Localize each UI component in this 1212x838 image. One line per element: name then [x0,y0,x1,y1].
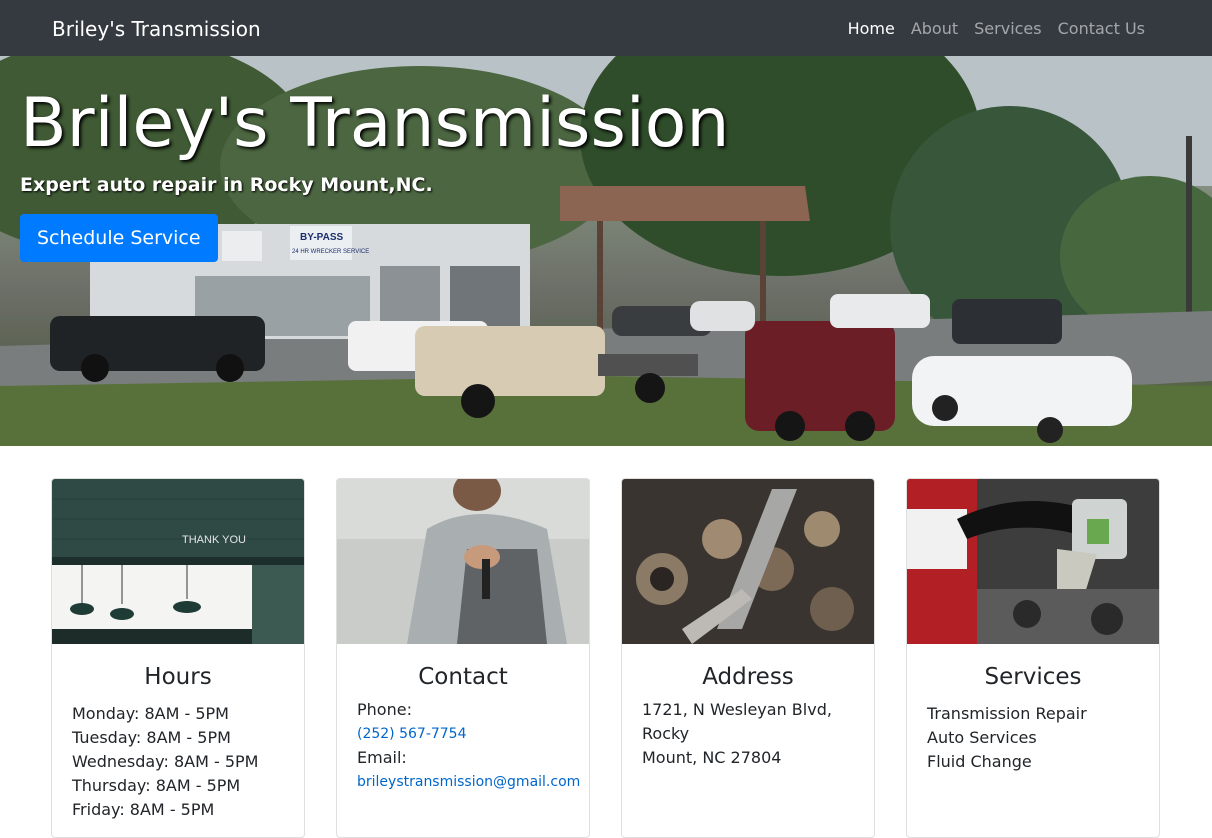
contact-title: Contact [418,664,508,690]
services-list: Transmission Repair Auto Services Fluid … [907,702,1159,774]
phone-link[interactable]: (252) 567-7754 [357,722,569,746]
hero-jumbotron: BY-PASS 24 HR WRECKER SERVICE Briley's T… [0,56,1212,446]
service-item-auto-services: Auto Services [927,728,1037,747]
contact-details: Phone: (252) 567-7754 Email: brileystran… [337,698,589,794]
hours-thursday: Thursday: 8AM - 5PM [72,776,241,795]
nav-link-about[interactable]: About [903,19,966,38]
hours-list: Monday: 8AM - 5PM Tuesday: 8AM - 5PM Wed… [52,702,304,822]
card-services: Services Transmission Repair Auto Servic… [906,478,1160,838]
address-details: 1721, N Wesleyan Blvd, Rocky Mount, NC 2… [622,698,874,770]
card-contact: Contact Phone: (252) 567-7754 Email: bri… [336,478,590,838]
address-title: Address [702,664,794,690]
navbar: Briley's Transmission Home About Service… [0,0,1212,56]
card-address: Address 1721, N Wesleyan Blvd, Rocky Mou… [621,478,875,838]
service-item-transmission-repair: Transmission Repair [927,704,1087,723]
hero-sign-bypass: BY-PASS [300,232,343,243]
email-link[interactable]: brileystransmission@gmail.com [357,770,580,794]
hours-tuesday: Tuesday: 8AM - 5PM [72,728,231,747]
contact-card-image [337,479,589,644]
phone-label: Phone: [357,700,412,719]
address-card-image [622,479,874,644]
nav-links: Home About Services Contact Us [840,0,1153,56]
hours-friday: Friday: 8AM - 5PM [72,800,215,819]
card-hours: THANK YOU Hours Monday: 8AM - 5PM Tuesda… [51,478,305,838]
nav-link-services[interactable]: Services [966,19,1049,38]
navbar-brand[interactable]: Briley's Transmission [52,0,261,58]
services-card-image [907,479,1159,644]
services-title: Services [984,664,1082,690]
hours-card-image: THANK YOU [52,479,304,644]
thank-you-sign-text: THANK YOU [182,534,246,546]
hours-wednesday: Wednesday: 8AM - 5PM [72,752,259,771]
hours-title: Hours [144,664,212,690]
address-line-2: Mount, NC 27804 [642,748,782,767]
hours-monday: Monday: 8AM - 5PM [72,704,229,723]
email-label: Email: [357,748,407,767]
service-item-fluid-change: Fluid Change [927,752,1032,771]
hero-title: Briley's Transmission [20,84,730,163]
nav-link-home[interactable]: Home [840,19,903,38]
hero-subtitle: Expert auto repair in Rocky Mount,NC. [20,174,433,196]
nav-link-contact-us[interactable]: Contact Us [1050,19,1153,38]
address-line-1: 1721, N Wesleyan Blvd, Rocky [642,700,832,743]
hero-sign-wrecker: 24 HR WRECKER SERVICE [292,249,369,255]
schedule-service-button[interactable]: Schedule Service [20,214,218,262]
